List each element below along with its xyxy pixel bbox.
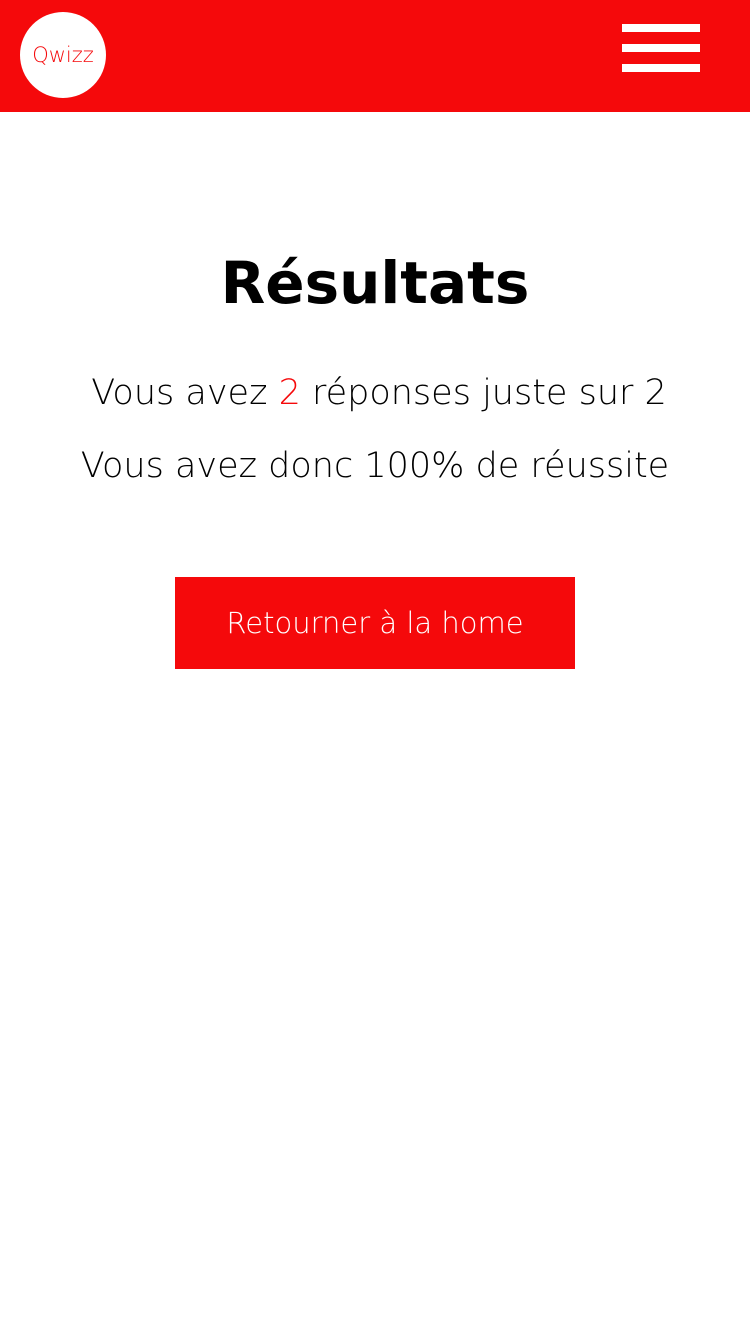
menu-bar-top	[622, 24, 700, 32]
score-prefix: Vous avez	[91, 373, 279, 413]
menu-bar-bottom	[622, 64, 700, 72]
percentage-line: Vous avez donc 100% de réussite	[80, 446, 670, 486]
logo[interactable]: Qwizz	[20, 12, 106, 98]
score-line: Vous avez 2 réponses juste sur 2	[4, 371, 750, 415]
logo-text: Qwizz	[32, 43, 94, 67]
menu-bar-middle	[622, 44, 700, 52]
return-home-button-label: Retourner à la home	[226, 606, 524, 640]
results-page: Qwizz Résultats Vous avez 2 réponses jus…	[0, 0, 750, 1334]
page-title: Résultats	[220, 249, 530, 317]
return-home-button[interactable]: Retourner à la home	[175, 577, 575, 669]
score-correct-count: 2	[278, 373, 301, 413]
hamburger-menu-icon[interactable]	[622, 24, 700, 72]
score-suffix: réponses juste sur 2	[300, 373, 667, 413]
top-bar: Qwizz	[0, 0, 750, 112]
